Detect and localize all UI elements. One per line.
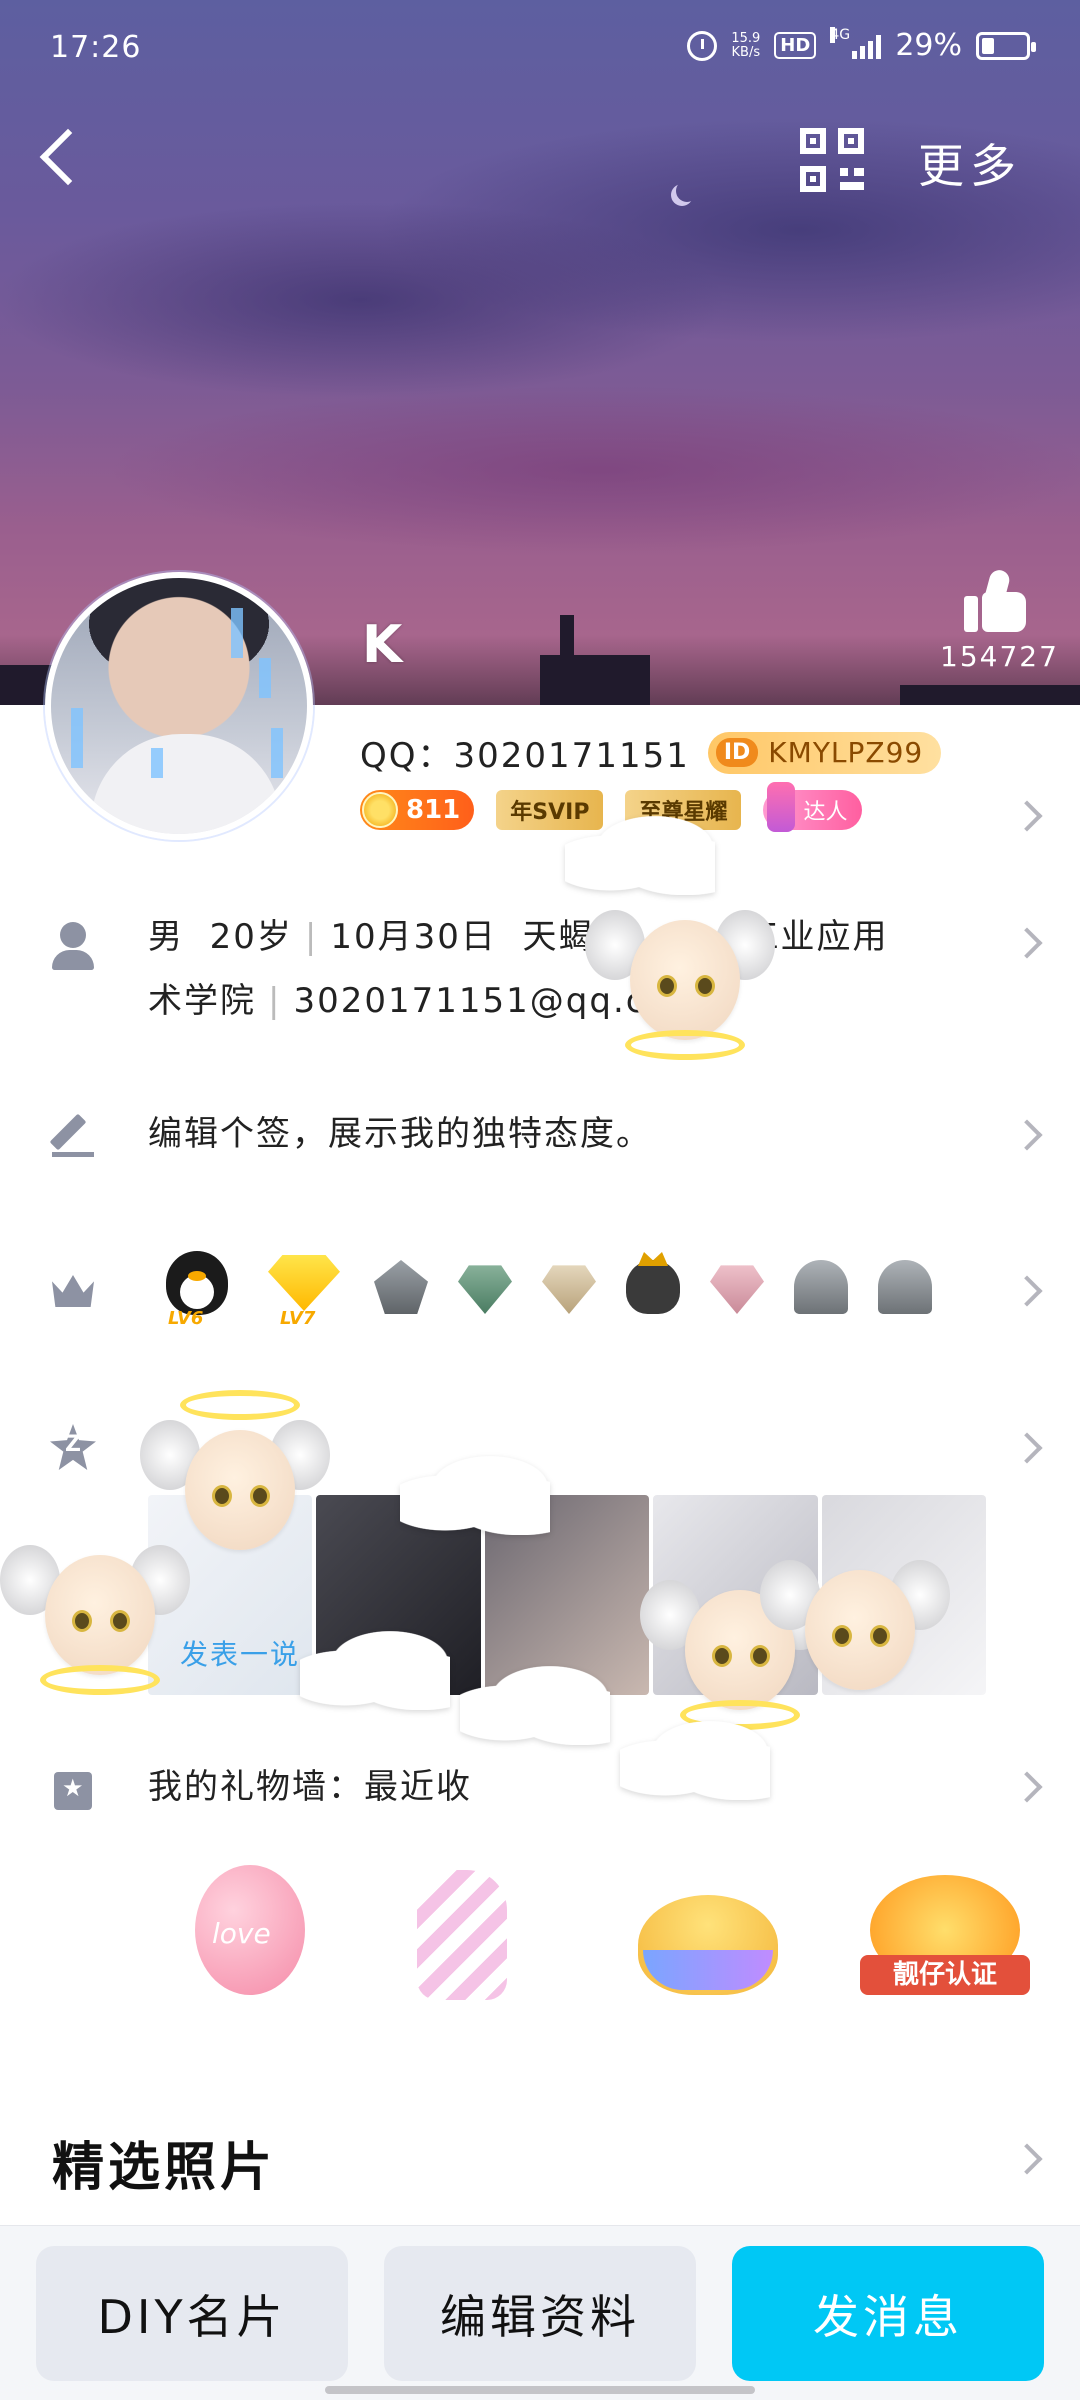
cloud-decoration — [300, 1630, 450, 1710]
signature-text[interactable]: 编辑个签，展示我的独特态度。 — [148, 1102, 652, 1166]
talent-badge[interactable]: 达人 — [763, 782, 862, 832]
edit-profile-button[interactable]: 编辑资料 — [384, 2246, 696, 2381]
net-speed-unit: KB/s — [731, 44, 761, 60]
gender: 男 — [148, 917, 184, 957]
angel-sticker — [760, 1540, 950, 1710]
battery-percent: 29% — [895, 28, 962, 63]
diy-card-button[interactable]: DIY名片 — [36, 2246, 348, 2381]
diamond-level: LV7 — [280, 1308, 316, 1329]
battery-fill — [982, 37, 994, 54]
badge-icons-row[interactable]: LV6 LV7 — [160, 1245, 932, 1329]
signal-icon: 4G — [830, 26, 882, 59]
grey-helmet-icon — [794, 1260, 848, 1314]
cloud-decoration — [400, 1455, 550, 1535]
penguin-level-icon: LV6 — [160, 1245, 234, 1329]
hd-icon: HD — [774, 32, 817, 59]
qr-code-icon[interactable] — [800, 128, 864, 192]
zone-post-label[interactable]: 发表一说 — [180, 1633, 300, 1673]
chevron-right-icon[interactable] — [1011, 1275, 1043, 1307]
person-icon — [48, 920, 98, 970]
coin-badge[interactable]: 811 — [360, 790, 475, 830]
thumbs-up-icon — [960, 567, 1030, 634]
pink-gem-icon — [710, 1265, 764, 1314]
status-bar: 17:26 15.9 KB/s HD 4G 29% — [0, 0, 1080, 100]
cloud-decoration — [460, 1665, 610, 1745]
send-message-button[interactable]: 发消息 — [732, 2246, 1044, 2381]
network-type: 4G — [830, 26, 851, 43]
qq-id-value: KMYLPZ99 — [768, 736, 924, 769]
featured-photos-title[interactable]: 精选照片 — [52, 2125, 276, 2200]
bottom-action-bar: DIY名片 编辑资料 发消息 — [0, 2225, 1080, 2400]
chevron-right-icon[interactable] — [1011, 800, 1043, 832]
grey-shield-icon — [374, 1260, 428, 1314]
chevron-right-icon[interactable] — [1011, 1119, 1043, 1151]
qzone-icon — [48, 1422, 98, 1472]
cake-gift-icon[interactable] — [623, 1855, 783, 2015]
zodiac: 天蝎 — [522, 917, 595, 957]
angel-sticker — [0, 1525, 190, 1695]
chevron-right-icon[interactable] — [1011, 927, 1043, 959]
green-gem-icon — [458, 1265, 512, 1314]
moon-decoration — [676, 180, 698, 202]
home-indicator[interactable] — [325, 2386, 755, 2394]
handsome-badge-gift-icon[interactable]: 靓仔认证 — [859, 1855, 1030, 2015]
dark-crown-penguin-icon — [626, 1260, 680, 1314]
profile-info[interactable]: 男 20岁 | 10月30日 天蝎 工业应用 术学院 | 3020171151@qq.co — [148, 905, 889, 1033]
green-helmet-icon — [878, 1260, 932, 1314]
id-icon: ID — [715, 738, 759, 767]
angel-sticker — [585, 890, 775, 1060]
balloon-text: love — [212, 1917, 271, 1950]
school-part-2: 术学院 — [148, 981, 256, 1021]
chevron-right-icon[interactable] — [1011, 1432, 1043, 1464]
gift-list[interactable]: love 靓仔认证 — [150, 1855, 1030, 2015]
status-icons: 15.9 KB/s HD 4G 29% — [687, 26, 1036, 63]
net-speed: 15.9 KB/s — [731, 30, 761, 60]
scarf-gift-icon[interactable] — [387, 1855, 547, 2015]
gift-wall-label[interactable]: 我的礼物墙：最近收 — [148, 1755, 472, 1819]
alarm-icon — [687, 30, 718, 61]
profile-info-line-2: 术学院 | 3020171151@qq.co — [148, 981, 670, 1021]
back-button[interactable] — [30, 125, 90, 195]
chevron-right-icon[interactable] — [1011, 1771, 1043, 1803]
profile-name: K — [362, 615, 403, 675]
qq-number: QQ：3020171151 — [360, 736, 690, 776]
net-speed-value: 15.9 — [731, 30, 761, 46]
status-time: 17:26 — [50, 30, 142, 65]
like-count: 154727 — [940, 640, 1059, 673]
yellow-diamond-icon: LV7 — [264, 1245, 344, 1329]
coin-icon — [362, 792, 398, 828]
avatar[interactable] — [45, 572, 313, 840]
age: 20岁 — [209, 917, 293, 957]
birthday: 10月30日 — [330, 917, 497, 957]
tan-gem-icon — [542, 1265, 596, 1314]
chevron-right-icon[interactable] — [1011, 2143, 1043, 2175]
like-button[interactable]: 154727 — [940, 567, 1059, 673]
cloud-decoration — [565, 815, 715, 895]
penguin-level: LV6 — [168, 1308, 204, 1329]
crown-icon — [48, 1265, 98, 1315]
balloon-gift-icon[interactable]: love — [150, 1855, 310, 2015]
gift-wall-icon — [48, 1762, 98, 1812]
coin-count: 811 — [406, 795, 461, 825]
gift-badge-text: 靓仔认证 — [859, 1955, 1030, 1995]
edit-pen-icon — [48, 1108, 98, 1158]
qq-number-row: QQ：3020171151 ID KMYLPZ99 — [360, 728, 942, 777]
cloud-decoration — [620, 1720, 770, 1800]
battery-icon — [976, 31, 1036, 60]
profile-info-line-1: 男 20岁 | 10月30日 天蝎 工业应用 — [148, 917, 889, 957]
qq-id-badge[interactable]: ID KMYLPZ99 — [707, 731, 942, 774]
more-button[interactable]: 更多 — [918, 130, 1022, 196]
